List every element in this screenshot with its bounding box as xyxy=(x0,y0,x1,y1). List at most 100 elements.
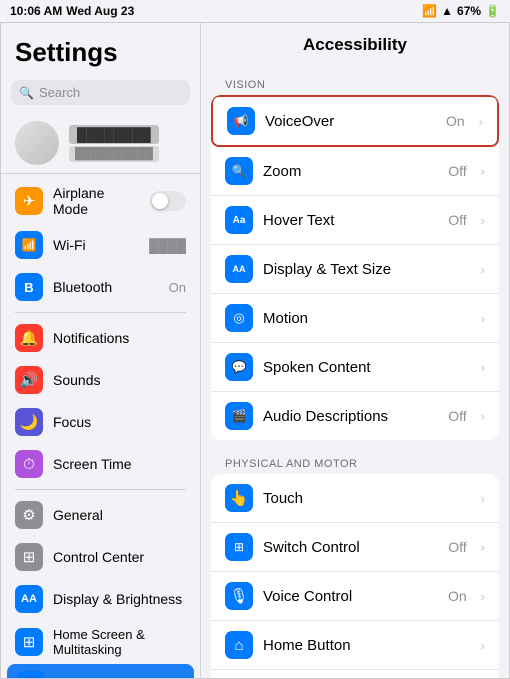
notifications-icon: 🔔 xyxy=(15,324,43,352)
sidebar-item-general[interactable]: ⚙ General xyxy=(1,494,200,536)
audiodesc-icon: 🎬 xyxy=(225,402,253,430)
homebutton-chevron: › xyxy=(481,638,485,653)
sidebar-label-airplane: Airplane Mode xyxy=(53,185,140,217)
zoom-icon: 🔍 xyxy=(225,157,253,185)
settings-group-physical: 👆 Touch › ⊞ Switch Control Off › 🎙 Voice… xyxy=(211,474,499,678)
app-container: Settings 🔍 Search ████████ ██████████ ✈ … xyxy=(0,22,510,679)
screentime-icon: ⏱ xyxy=(15,450,43,478)
touch-chevron: › xyxy=(481,491,485,506)
row-label-touch: Touch xyxy=(263,490,471,507)
sidebar-item-sounds[interactable]: 🔊 Sounds xyxy=(1,359,200,401)
sidebar-item-bluetooth[interactable]: B Bluetooth On xyxy=(1,266,200,308)
sidebar-item-controlcenter[interactable]: ⊞ Control Center xyxy=(1,536,200,578)
voiceover-icon: 📢 xyxy=(227,107,255,135)
sidebar-item-airplane[interactable]: ✈ Airplane Mode xyxy=(1,178,200,224)
main-scroll: VISION 📢 VoiceOver On › 🔍 Zoom Off › Aa xyxy=(201,67,509,678)
status-date: Wed Aug 23 xyxy=(66,4,134,18)
hovertext-icon: Aa xyxy=(225,206,253,234)
audiodesc-chevron: › xyxy=(481,409,485,424)
status-indicators: 📶 ▲ 67% 🔋 xyxy=(422,4,500,18)
displaytextsize-icon: AA xyxy=(225,255,253,283)
sidebar-label-sounds: Sounds xyxy=(53,372,186,388)
bluetooth-icon: B xyxy=(15,273,43,301)
row-value-voicecontrol: On xyxy=(448,588,467,604)
sounds-icon: 🔊 xyxy=(15,366,43,394)
sidebar-label-controlcenter: Control Center xyxy=(53,549,186,565)
switchcontrol-chevron: › xyxy=(481,540,485,555)
settings-row-touch[interactable]: 👆 Touch › xyxy=(211,474,499,523)
settings-row-voicecontrol[interactable]: 🎙 Voice Control On › xyxy=(211,572,499,621)
profile-sub: ██████████ xyxy=(69,146,159,162)
sidebar-group-1: ✈ Airplane Mode 📶 Wi-Fi ████ B Bluetooth… xyxy=(1,178,200,308)
sidebar-label-notifications: Notifications xyxy=(53,330,186,346)
zoom-chevron: › xyxy=(481,164,485,179)
search-bar[interactable]: 🔍 Search xyxy=(11,80,190,105)
separator-1 xyxy=(15,312,186,313)
settings-row-spokencontent[interactable]: 💬 Spoken Content › xyxy=(211,343,499,392)
settings-row-audiodesc[interactable]: 🎬 Audio Descriptions Off › xyxy=(211,392,499,440)
settings-row-voiceover[interactable]: 📢 VoiceOver On › xyxy=(211,95,499,147)
sidebar-label-screentime: Screen Time xyxy=(53,456,186,472)
profile-section[interactable]: ████████ ██████████ xyxy=(1,113,200,174)
settings-row-motion[interactable]: ◎ Motion › xyxy=(211,294,499,343)
spokencontent-icon: 💬 xyxy=(225,353,253,381)
signal-icon: ▲ xyxy=(441,4,453,18)
sidebar-item-notifications[interactable]: 🔔 Notifications xyxy=(1,317,200,359)
settings-row-zoom[interactable]: 🔍 Zoom Off › xyxy=(211,147,499,196)
sidebar-value-wifi: ████ xyxy=(149,238,186,253)
wifi-icon: 📶 xyxy=(422,4,437,18)
sidebar-group-3: ⚙ General ⊞ Control Center AA Display & … xyxy=(1,494,200,678)
separator-2 xyxy=(15,489,186,490)
main-content: Accessibility VISION 📢 VoiceOver On › 🔍 … xyxy=(201,23,509,678)
voicecontrol-chevron: › xyxy=(481,589,485,604)
voicecontrol-icon: 🎙 xyxy=(225,582,253,610)
sidebar-item-homescreen[interactable]: ⊞ Home Screen & Multitasking xyxy=(1,620,200,664)
settings-row-displaytextsize[interactable]: AA Display & Text Size › xyxy=(211,245,499,294)
switchcontrol-icon: ⊞ xyxy=(225,533,253,561)
avatar xyxy=(15,121,59,165)
wifi-icon: 📶 xyxy=(15,231,43,259)
sidebar-item-wifi[interactable]: 📶 Wi-Fi ████ xyxy=(1,224,200,266)
focus-icon: 🌙 xyxy=(15,408,43,436)
row-label-zoom: Zoom xyxy=(263,163,438,180)
settings-row-homebutton[interactable]: ⌂ Home Button › xyxy=(211,621,499,670)
sidebar-item-displaybrightness[interactable]: AA Display & Brightness xyxy=(1,578,200,620)
homebutton-icon: ⌂ xyxy=(225,631,253,659)
motion-chevron: › xyxy=(481,311,485,326)
row-label-spokencontent: Spoken Content xyxy=(263,359,471,376)
airplane-icon: ✈ xyxy=(15,187,43,215)
sidebar: Settings 🔍 Search ████████ ██████████ ✈ … xyxy=(1,23,201,678)
settings-row-appletvremote[interactable]: 📺 Apple TV Remote › xyxy=(211,670,499,678)
sidebar-label-displaybrightness: Display & Brightness xyxy=(53,591,186,607)
sidebar-label-bluetooth: Bluetooth xyxy=(53,279,159,295)
displaytextsize-chevron: › xyxy=(481,262,485,277)
main-title: Accessibility xyxy=(201,23,509,67)
row-value-switchcontrol: Off xyxy=(448,539,466,555)
sidebar-item-focus[interactable]: 🌙 Focus xyxy=(1,401,200,443)
homescreen-icon: ⊞ xyxy=(15,628,43,656)
search-icon: 🔍 xyxy=(19,86,34,100)
displaybrightness-icon: AA xyxy=(15,585,43,613)
search-placeholder: Search xyxy=(39,85,182,100)
motion-icon: ◎ xyxy=(225,304,253,332)
status-time: 10:06 AM xyxy=(10,4,62,18)
sidebar-item-screentime[interactable]: ⏱ Screen Time xyxy=(1,443,200,485)
sidebar-item-accessibility[interactable]: ♿ Accessibility xyxy=(7,664,194,678)
sidebar-value-bluetooth: On xyxy=(169,280,186,295)
section-header-physical: PHYSICAL AND MOTOR xyxy=(211,446,499,474)
row-value-hovertext: Off xyxy=(448,212,466,228)
settings-row-switchcontrol[interactable]: ⊞ Switch Control Off › xyxy=(211,523,499,572)
sidebar-label-homescreen: Home Screen & Multitasking xyxy=(53,627,186,657)
settings-row-hovertext[interactable]: Aa Hover Text Off › xyxy=(211,196,499,245)
row-label-hovertext: Hover Text xyxy=(263,212,438,229)
row-label-voiceover: VoiceOver xyxy=(265,113,436,130)
row-value-audiodesc: Off xyxy=(448,408,466,424)
battery-text: 67% xyxy=(457,4,481,18)
sidebar-group-2: 🔔 Notifications 🔊 Sounds 🌙 Focus ⏱ Scree… xyxy=(1,317,200,485)
row-label-switchcontrol: Switch Control xyxy=(263,539,438,556)
sidebar-scroll: ████████ ██████████ ✈ Airplane Mode 📶 Wi… xyxy=(1,113,200,678)
airplane-toggle[interactable] xyxy=(150,191,186,211)
sidebar-label-accessibility: Accessibility xyxy=(55,677,184,678)
settings-group-vision: 📢 VoiceOver On › 🔍 Zoom Off › Aa Hover T… xyxy=(211,95,499,440)
accessibility-icon: ♿ xyxy=(17,671,45,678)
